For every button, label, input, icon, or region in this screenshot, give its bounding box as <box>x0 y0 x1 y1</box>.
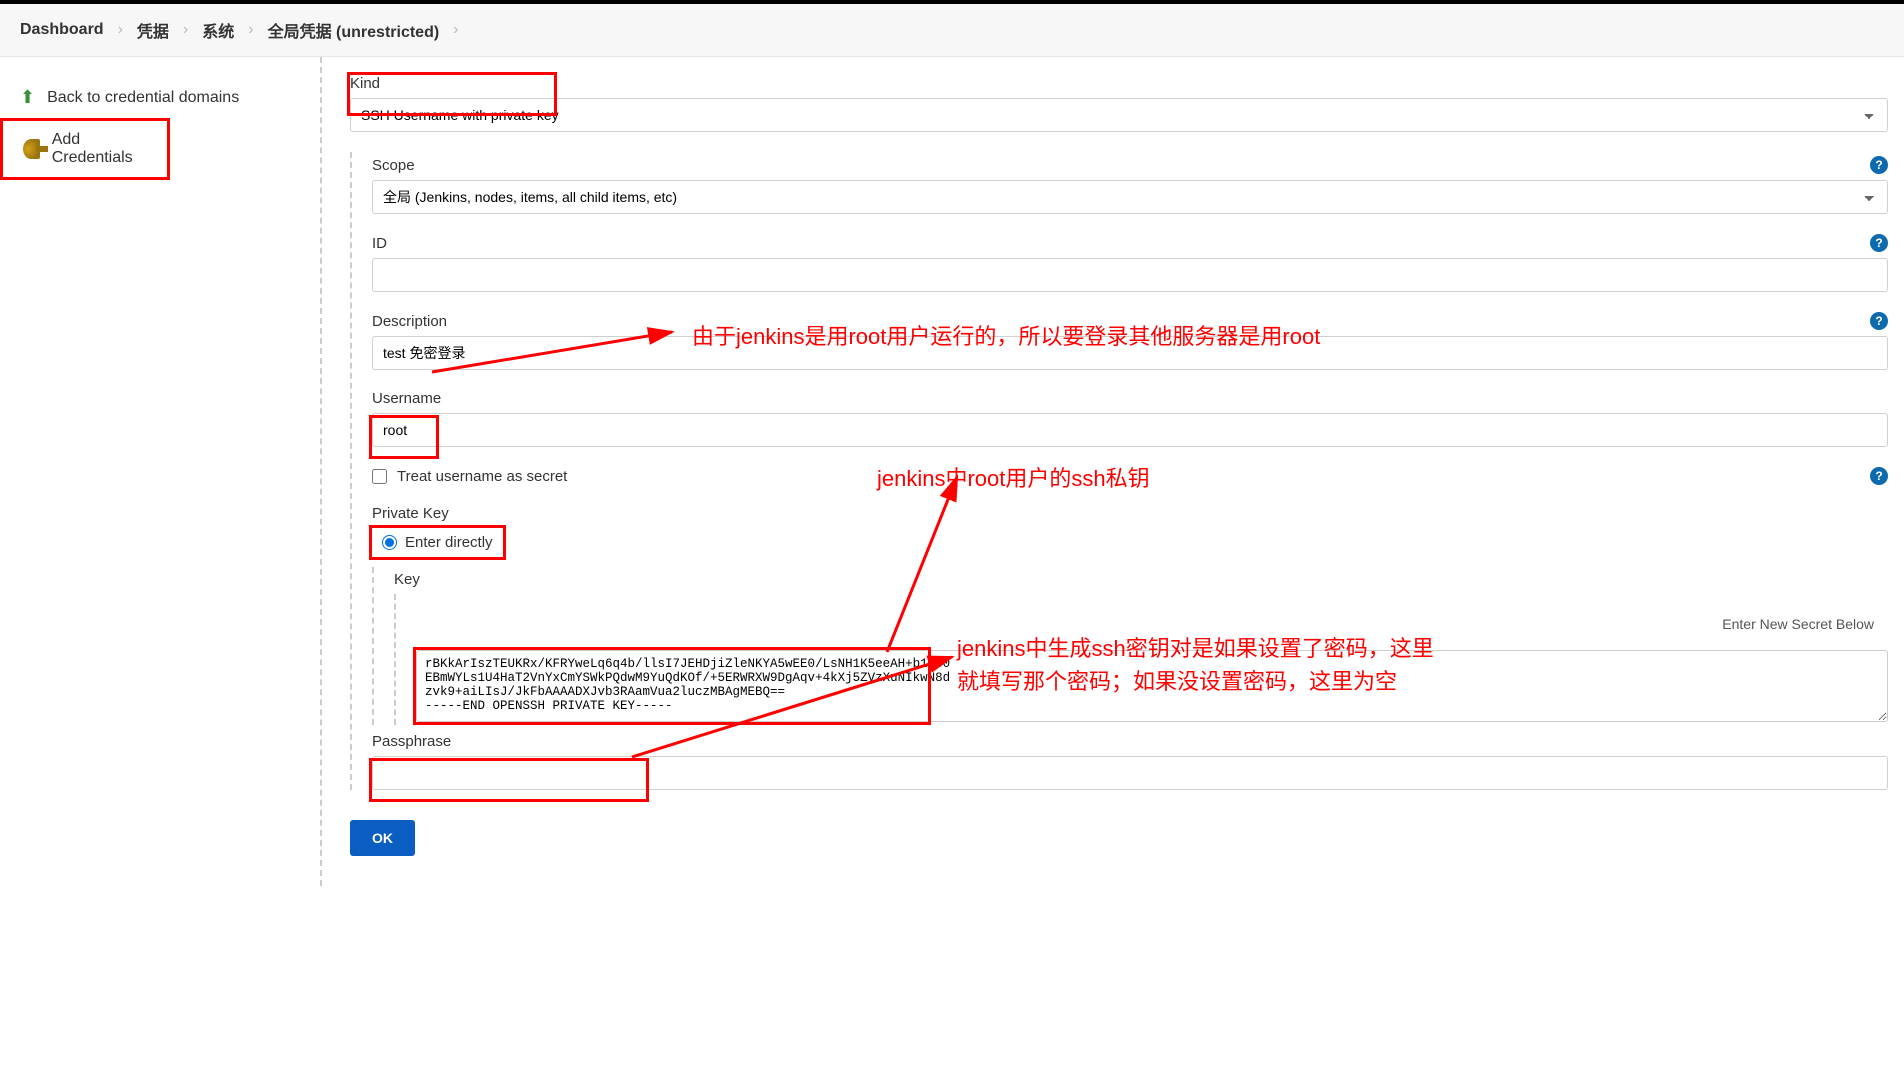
breadcrumb-item[interactable]: 凭据 <box>137 18 169 42</box>
key-hint-text: Enter New Secret Below <box>416 598 1888 650</box>
breadcrumb: Dashboard › 凭据 › 系统 › 全局凭据 (unrestricted… <box>0 4 1904 57</box>
enter-directly-radio[interactable] <box>382 535 397 550</box>
treat-secret-label: Treat username as secret <box>397 468 567 485</box>
treat-secret-group: Treat username as secret ? <box>372 467 1904 485</box>
help-icon[interactable]: ? <box>1870 234 1888 252</box>
kind-field-group: Kind SSH Username with private key <box>350 75 1904 132</box>
private-key-label: Private Key <box>372 505 449 522</box>
chevron-right-icon: › <box>175 21 196 39</box>
key-textarea[interactable] <box>416 650 1888 722</box>
treat-secret-checkbox[interactable] <box>372 469 387 484</box>
breadcrumb-item[interactable]: Dashboard <box>20 21 104 39</box>
kind-select[interactable]: SSH Username with private key <box>350 98 1888 132</box>
private-key-group: Private Key Enter directly Key Enter New… <box>372 505 1904 725</box>
up-arrow-icon: ⬆ <box>20 87 35 108</box>
main-content: Kind SSH Username with private key Scope… <box>320 57 1904 886</box>
passphrase-input[interactable] <box>372 756 1888 790</box>
kind-label: Kind <box>350 75 380 92</box>
enter-directly-label: Enter directly <box>405 534 493 551</box>
passphrase-label: Passphrase <box>372 733 451 750</box>
scope-select[interactable]: 全局 (Jenkins, nodes, items, all child ite… <box>372 180 1888 214</box>
breadcrumb-item[interactable]: 全局凭据 (unrestricted) <box>268 18 440 42</box>
help-icon[interactable]: ? <box>1870 156 1888 174</box>
id-field-group: ID ? <box>372 234 1904 292</box>
scope-field-group: Scope ? 全局 (Jenkins, nodes, items, all c… <box>372 156 1904 214</box>
id-input[interactable] <box>372 258 1888 292</box>
key-icon <box>23 139 40 159</box>
username-label: Username <box>372 390 441 407</box>
chevron-right-icon: › <box>445 21 466 39</box>
username-field-group: Username <box>372 390 1904 447</box>
sidebar-add-credentials[interactable]: Add Credentials <box>3 121 167 177</box>
chevron-right-icon: › <box>240 21 261 39</box>
ok-button[interactable]: OK <box>350 820 415 856</box>
description-input[interactable] <box>372 336 1888 370</box>
username-input[interactable] <box>372 413 1888 447</box>
chevron-right-icon: › <box>110 21 131 39</box>
sidebar: ⬆ Back to credential domains Add Credent… <box>0 57 320 886</box>
help-icon[interactable]: ? <box>1870 467 1888 485</box>
scope-label: Scope <box>372 157 415 174</box>
enter-directly-radio-row[interactable]: Enter directly <box>372 528 503 557</box>
sidebar-back-label: Back to credential domains <box>47 89 239 107</box>
breadcrumb-item[interactable]: 系统 <box>202 18 234 42</box>
sidebar-add-label: Add Credentials <box>52 131 147 167</box>
sidebar-back-link[interactable]: ⬆ Back to credential domains <box>0 77 320 118</box>
key-label: Key <box>394 571 420 588</box>
description-field-group: Description ? <box>372 312 1904 370</box>
help-icon[interactable]: ? <box>1870 312 1888 330</box>
id-label: ID <box>372 235 387 252</box>
passphrase-field-group: Passphrase <box>372 733 1904 790</box>
description-label: Description <box>372 313 447 330</box>
